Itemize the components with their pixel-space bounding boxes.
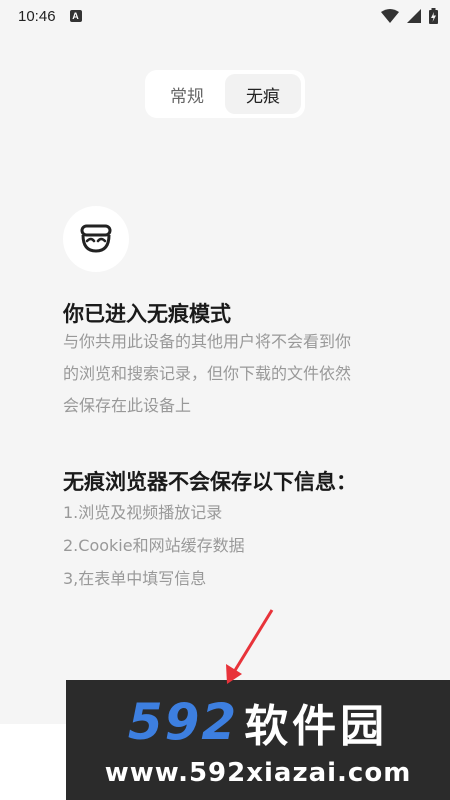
annotation-arrow-icon bbox=[226, 609, 274, 684]
